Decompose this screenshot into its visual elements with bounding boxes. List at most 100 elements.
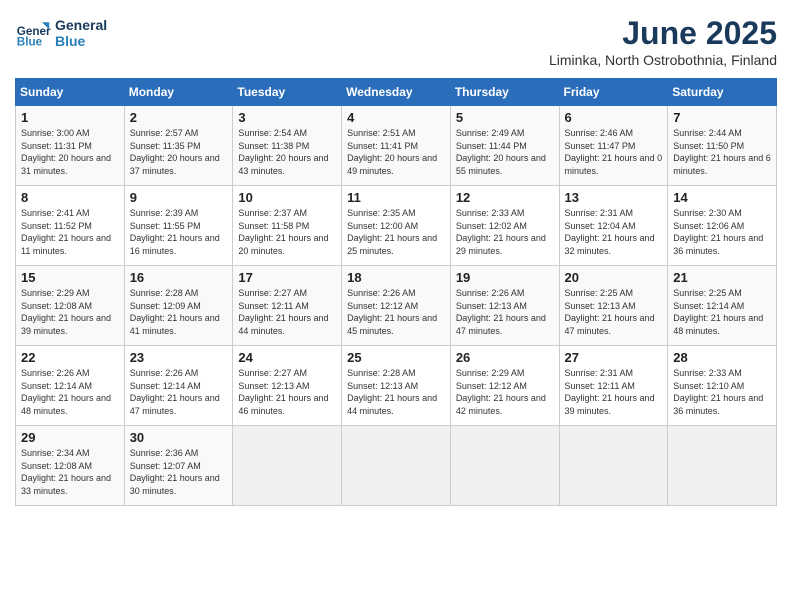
weekday-friday: Friday bbox=[559, 79, 668, 106]
calendar-cell: 30 Sunrise: 2:36 AMSunset: 12:07 AMDaylig… bbox=[124, 426, 233, 506]
day-info: Sunrise: 2:44 AMSunset: 11:50 PMDaylight… bbox=[673, 127, 771, 177]
day-number: 13 bbox=[565, 190, 663, 205]
day-info: Sunrise: 2:36 AMSunset: 12:07 AMDaylight… bbox=[130, 447, 228, 497]
day-number: 17 bbox=[238, 270, 336, 285]
calendar-cell: 6 Sunrise: 2:46 AMSunset: 11:47 PMDayligh… bbox=[559, 106, 668, 186]
calendar-table: SundayMondayTuesdayWednesdayThursdayFrid… bbox=[15, 78, 777, 506]
weekday-sunday: Sunday bbox=[16, 79, 125, 106]
day-number: 8 bbox=[21, 190, 119, 205]
day-info: Sunrise: 2:41 AMSunset: 11:52 PMDaylight… bbox=[21, 207, 119, 257]
week-row-4: 22 Sunrise: 2:26 AMSunset: 12:14 AMDaylig… bbox=[16, 346, 777, 426]
day-info: Sunrise: 2:28 AMSunset: 12:09 AMDaylight… bbox=[130, 287, 228, 337]
day-info: Sunrise: 2:39 AMSunset: 11:55 PMDaylight… bbox=[130, 207, 228, 257]
calendar-cell: 7 Sunrise: 2:44 AMSunset: 11:50 PMDayligh… bbox=[668, 106, 777, 186]
calendar-cell bbox=[450, 426, 559, 506]
day-number: 14 bbox=[673, 190, 771, 205]
day-info: Sunrise: 2:26 AMSunset: 12:13 AMDaylight… bbox=[456, 287, 554, 337]
day-info: Sunrise: 2:31 AMSunset: 12:11 AMDaylight… bbox=[565, 367, 663, 417]
day-number: 3 bbox=[238, 110, 336, 125]
calendar-cell: 14 Sunrise: 2:30 AMSunset: 12:06 AMDaylig… bbox=[668, 186, 777, 266]
day-number: 23 bbox=[130, 350, 228, 365]
calendar-cell: 10 Sunrise: 2:37 AMSunset: 11:58 PMDaylig… bbox=[233, 186, 342, 266]
calendar-cell: 29 Sunrise: 2:34 AMSunset: 12:08 AMDaylig… bbox=[16, 426, 125, 506]
day-number: 25 bbox=[347, 350, 445, 365]
day-number: 29 bbox=[21, 430, 119, 445]
day-info: Sunrise: 2:29 AMSunset: 12:08 AMDaylight… bbox=[21, 287, 119, 337]
calendar-cell: 26 Sunrise: 2:29 AMSunset: 12:12 AMDaylig… bbox=[450, 346, 559, 426]
day-number: 11 bbox=[347, 190, 445, 205]
day-number: 9 bbox=[130, 190, 228, 205]
calendar-cell: 20 Sunrise: 2:25 AMSunset: 12:13 AMDaylig… bbox=[559, 266, 668, 346]
calendar-cell bbox=[342, 426, 451, 506]
day-number: 12 bbox=[456, 190, 554, 205]
weekday-header-row: SundayMondayTuesdayWednesdayThursdayFrid… bbox=[16, 79, 777, 106]
day-number: 24 bbox=[238, 350, 336, 365]
day-info: Sunrise: 2:28 AMSunset: 12:13 AMDaylight… bbox=[347, 367, 445, 417]
calendar-cell: 8 Sunrise: 2:41 AMSunset: 11:52 PMDayligh… bbox=[16, 186, 125, 266]
logo-icon: General Blue bbox=[15, 15, 51, 51]
day-number: 20 bbox=[565, 270, 663, 285]
day-number: 26 bbox=[456, 350, 554, 365]
day-number: 19 bbox=[456, 270, 554, 285]
day-number: 22 bbox=[21, 350, 119, 365]
day-info: Sunrise: 2:54 AMSunset: 11:38 PMDaylight… bbox=[238, 127, 336, 177]
calendar-cell: 28 Sunrise: 2:33 AMSunset: 12:10 AMDaylig… bbox=[668, 346, 777, 426]
calendar-cell: 9 Sunrise: 2:39 AMSunset: 11:55 PMDayligh… bbox=[124, 186, 233, 266]
calendar-cell: 4Sunrise: 2:51 AMSunset: 11:41 PMDayligh… bbox=[342, 106, 451, 186]
month-title: June 2025 bbox=[549, 15, 777, 52]
day-info: Sunrise: 2:29 AMSunset: 12:12 AMDaylight… bbox=[456, 367, 554, 417]
calendar-cell: 3 Sunrise: 2:54 AMSunset: 11:38 PMDayligh… bbox=[233, 106, 342, 186]
day-number: 7 bbox=[673, 110, 771, 125]
location-subtitle: Liminka, North Ostrobothnia, Finland bbox=[549, 52, 777, 68]
day-number: 10 bbox=[238, 190, 336, 205]
calendar-cell bbox=[233, 426, 342, 506]
day-info: Sunrise: 3:00 AMSunset: 11:31 PMDaylight… bbox=[21, 127, 119, 177]
day-number: 18 bbox=[347, 270, 445, 285]
logo: General Blue General Blue bbox=[15, 15, 107, 51]
day-info: Sunrise: 2:25 AMSunset: 12:13 AMDaylight… bbox=[565, 287, 663, 337]
day-info: Sunrise: 2:37 AMSunset: 11:58 PMDaylight… bbox=[238, 207, 336, 257]
calendar-cell: 25 Sunrise: 2:28 AMSunset: 12:13 AMDaylig… bbox=[342, 346, 451, 426]
calendar-cell: 27 Sunrise: 2:31 AMSunset: 12:11 AMDaylig… bbox=[559, 346, 668, 426]
calendar-cell: 19 Sunrise: 2:26 AMSunset: 12:13 AMDaylig… bbox=[450, 266, 559, 346]
calendar-cell: 15 Sunrise: 2:29 AMSunset: 12:08 AMDaylig… bbox=[16, 266, 125, 346]
day-number: 21 bbox=[673, 270, 771, 285]
day-number: 28 bbox=[673, 350, 771, 365]
calendar-cell: 18 Sunrise: 2:26 AMSunset: 12:12 AMDaylig… bbox=[342, 266, 451, 346]
calendar-cell bbox=[668, 426, 777, 506]
day-info: Sunrise: 2:35 AMSunset: 12:00 AMDaylight… bbox=[347, 207, 445, 257]
calendar-cell: 1 Sunrise: 3:00 AMSunset: 11:31 PMDayligh… bbox=[16, 106, 125, 186]
day-info: Sunrise: 2:33 AMSunset: 12:02 AMDaylight… bbox=[456, 207, 554, 257]
calendar-cell: 12 Sunrise: 2:33 AMSunset: 12:02 AMDaylig… bbox=[450, 186, 559, 266]
day-number: 4 bbox=[347, 110, 445, 125]
calendar-cell: 5Sunrise: 2:49 AMSunset: 11:44 PMDayligh… bbox=[450, 106, 559, 186]
day-number: 27 bbox=[565, 350, 663, 365]
day-info: Sunrise: 2:27 AMSunset: 12:13 AMDaylight… bbox=[238, 367, 336, 417]
calendar-cell: 23 Sunrise: 2:26 AMSunset: 12:14 AMDaylig… bbox=[124, 346, 233, 426]
day-info: Sunrise: 2:34 AMSunset: 12:08 AMDaylight… bbox=[21, 447, 119, 497]
day-info: Sunrise: 2:46 AMSunset: 11:47 PMDaylight… bbox=[565, 127, 663, 177]
day-info: Sunrise: 2:57 AMSunset: 11:35 PMDaylight… bbox=[130, 127, 228, 177]
calendar-cell: 2Sunrise: 2:57 AMSunset: 11:35 PMDayligh… bbox=[124, 106, 233, 186]
weekday-monday: Monday bbox=[124, 79, 233, 106]
day-number: 15 bbox=[21, 270, 119, 285]
calendar-cell bbox=[559, 426, 668, 506]
calendar-cell: 11 Sunrise: 2:35 AMSunset: 12:00 AMDaylig… bbox=[342, 186, 451, 266]
calendar-cell: 24 Sunrise: 2:27 AMSunset: 12:13 AMDaylig… bbox=[233, 346, 342, 426]
calendar-body: 1 Sunrise: 3:00 AMSunset: 11:31 PMDayligh… bbox=[16, 106, 777, 506]
day-info: Sunrise: 2:30 AMSunset: 12:06 AMDaylight… bbox=[673, 207, 771, 257]
day-info: Sunrise: 2:26 AMSunset: 12:14 AMDaylight… bbox=[21, 367, 119, 417]
day-info: Sunrise: 2:33 AMSunset: 12:10 AMDaylight… bbox=[673, 367, 771, 417]
day-number: 30 bbox=[130, 430, 228, 445]
day-info: Sunrise: 2:26 AMSunset: 12:14 AMDaylight… bbox=[130, 367, 228, 417]
week-row-3: 15 Sunrise: 2:29 AMSunset: 12:08 AMDaylig… bbox=[16, 266, 777, 346]
day-info: Sunrise: 2:25 AMSunset: 12:14 AMDaylight… bbox=[673, 287, 771, 337]
day-number: 6 bbox=[565, 110, 663, 125]
day-info: Sunrise: 2:26 AMSunset: 12:12 AMDaylight… bbox=[347, 287, 445, 337]
day-number: 1 bbox=[21, 110, 119, 125]
day-info: Sunrise: 2:31 AMSunset: 12:04 AMDaylight… bbox=[565, 207, 663, 257]
weekday-thursday: Thursday bbox=[450, 79, 559, 106]
calendar-cell: 13 Sunrise: 2:31 AMSunset: 12:04 AMDaylig… bbox=[559, 186, 668, 266]
week-row-1: 1 Sunrise: 3:00 AMSunset: 11:31 PMDayligh… bbox=[16, 106, 777, 186]
weekday-tuesday: Tuesday bbox=[233, 79, 342, 106]
